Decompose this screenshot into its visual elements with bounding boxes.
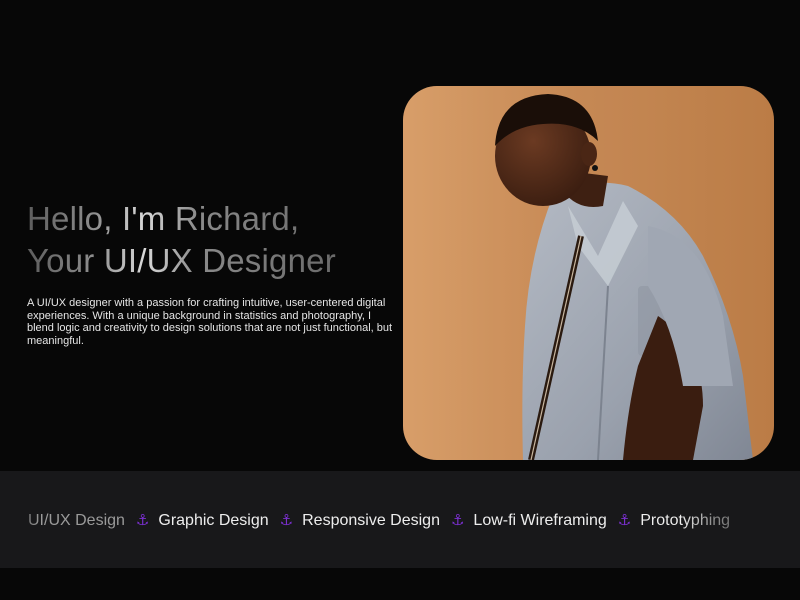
skill-item: Responsive Design (302, 512, 440, 529)
anchor-icon: ⚓ (450, 512, 465, 529)
hero-description: A UI/UX designer with a passion for craf… (27, 297, 393, 347)
skill-item: Low-fi Wireframing (473, 512, 607, 529)
fade-edge-left (0, 471, 40, 568)
portfolio-page: Hello, I'm Richard, Your UI/UX Designer … (0, 0, 800, 600)
anchor-icon: ⚓ (279, 512, 294, 529)
hero-title-line-2: Your UI/UX Designer (27, 242, 336, 279)
skills-track: UI/UX Design ⚓ Graphic Design ⚓ Responsi… (28, 509, 730, 533)
portrait-photo-illustration (403, 86, 774, 460)
skill-item: Prototyphing (640, 512, 731, 529)
hero-title: Hello, I'm Richard, Your UI/UX Designer (27, 198, 336, 282)
anchor-icon: ⚓ (135, 512, 150, 529)
hero-title-line-1: Hello, I'm Richard, (27, 200, 300, 237)
skill-item: Graphic Design (158, 512, 269, 529)
skills-marquee: UI/UX Design ⚓ Graphic Design ⚓ Responsi… (0, 471, 800, 568)
fade-edge-right (760, 471, 800, 568)
anchor-icon: ⚓ (617, 512, 632, 529)
profile-photo (403, 86, 774, 460)
skill-item: UI/UX Design (28, 512, 125, 529)
